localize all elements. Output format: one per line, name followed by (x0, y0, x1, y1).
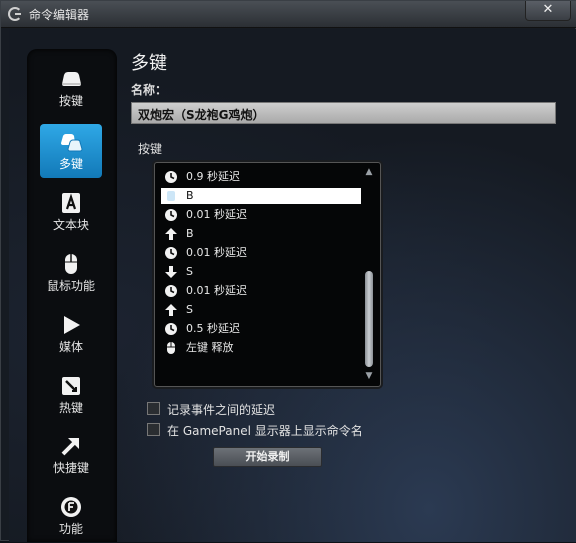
sidebar-item-label: 多键 (58, 157, 83, 171)
list-item[interactable]: S (161, 264, 361, 280)
key-icon (164, 189, 178, 203)
arrow-up-icon (164, 303, 178, 317)
logitech-g-logo-icon (8, 7, 22, 21)
mouse-icon (59, 252, 83, 276)
sidebar-item-media[interactable]: 媒体 (40, 307, 102, 361)
sidebar-item-label: 鼠标功能 (46, 279, 95, 293)
hotkey-icon (59, 374, 83, 398)
keystroke-list[interactable]: 0.9 秒延迟 B 0.01 秒延迟 B 0.01 秒延迟 S 0.01 秒延迟… (154, 162, 381, 387)
sidebar-item-label: 按键 (58, 94, 83, 108)
title-bar: 命令编辑器 ✕ (1, 1, 576, 28)
sidebar-item-label: 文本块 (52, 218, 89, 232)
clock-icon (164, 284, 178, 298)
show-on-gamepanel-checkbox[interactable] (147, 423, 160, 436)
scroll-down-icon[interactable]: ▼ (363, 371, 375, 381)
list-scrollbar[interactable]: ▲ ▼ (363, 167, 375, 383)
list-item[interactable]: B (161, 226, 361, 242)
sidebar-item-function[interactable]: 功能 (40, 489, 102, 543)
mouse-icon (164, 341, 178, 355)
sidebar-item-shortcut[interactable]: 快捷键 (40, 428, 102, 482)
name-label: 名称： (131, 83, 168, 97)
list-item[interactable]: S (161, 302, 361, 318)
name-field[interactable]: 双炮宏（S龙袍G鸡炮） (131, 102, 556, 124)
list-item[interactable]: 0.5 秒延迟 (161, 321, 361, 337)
keycap-icon (59, 67, 83, 91)
sidebar-item-label: 热键 (58, 401, 83, 415)
command-editor-window: 命令编辑器 ✕ 按键 多键 文本块 鼠标功能 媒体 热键 快捷键 功能 多键 名… (0, 0, 576, 542)
clock-icon (164, 208, 178, 222)
sidebar-item-keystroke[interactable]: 按键 (40, 61, 102, 115)
list-item[interactable]: 0.01 秒延迟 (161, 245, 361, 261)
text-block-icon (59, 191, 83, 215)
clock-icon (164, 246, 178, 260)
page-title: 多键 (131, 53, 167, 74)
list-item[interactable]: 0.01 秒延迟 (161, 283, 361, 299)
sidebar-item-hotkey[interactable]: 热键 (40, 368, 102, 422)
arrow-up-icon (164, 227, 178, 241)
clock-icon (164, 322, 178, 336)
sidebar-item-multikey[interactable]: 多键 (40, 124, 102, 178)
start-recording-button[interactable]: 开始录制 (213, 447, 322, 467)
sidebar-item-label: 快捷键 (52, 461, 89, 475)
list-item[interactable]: 0.9 秒延迟 (161, 169, 361, 185)
list-item-selected[interactable]: B (161, 188, 361, 204)
sidebar-item-label: 功能 (58, 522, 83, 536)
shortcut-arrow-icon (59, 434, 83, 458)
sidebar-item-mouse-function[interactable]: 鼠标功能 (40, 246, 102, 300)
play-icon (59, 313, 83, 337)
function-gear-icon (59, 495, 83, 519)
scroll-thumb[interactable] (365, 271, 373, 367)
sidebar-item-text-block[interactable]: 文本块 (40, 185, 102, 239)
command-type-sidebar: 按键 多键 文本块 鼠标功能 媒体 热键 快捷键 功能 (27, 49, 117, 542)
keys-label: 按键 (138, 142, 163, 156)
list-item[interactable]: 左键 释放 (161, 340, 361, 356)
close-button[interactable]: ✕ (525, 1, 571, 21)
arrow-down-icon (164, 265, 178, 279)
record-delays-checkbox[interactable] (147, 402, 160, 415)
window-title: 命令编辑器 (29, 8, 90, 22)
sidebar-item-label: 媒体 (58, 340, 83, 354)
list-item[interactable]: 0.01 秒延迟 (161, 207, 361, 223)
clock-icon (164, 170, 178, 184)
scroll-up-icon[interactable]: ▲ (363, 167, 375, 177)
multikey-icon (59, 130, 83, 154)
